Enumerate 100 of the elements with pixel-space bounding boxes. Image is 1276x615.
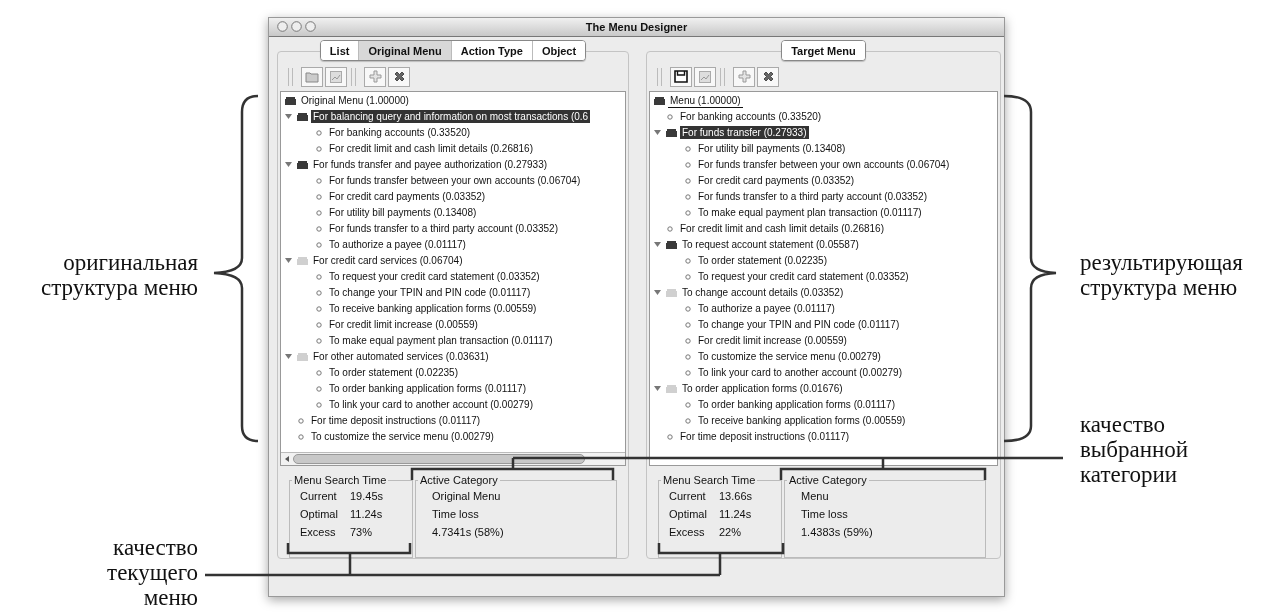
bullet-icon	[685, 353, 691, 360]
tree-item[interactable]: For credit card services (0.06704)	[311, 254, 465, 268]
window-button[interactable]	[291, 21, 302, 32]
tree-item[interactable]: For balancing query and information on most transactions (0.6	[311, 110, 591, 124]
bullet-icon	[685, 209, 691, 216]
tree-item[interactable]: To customize the service menu (0.00279)	[309, 430, 496, 444]
toolbar-button[interactable]	[757, 66, 779, 87]
annotation-text: результирующая структура меню	[1080, 250, 1244, 300]
delete-icon	[392, 70, 406, 84]
bullet-icon	[316, 289, 322, 296]
tree-item[interactable]: To make equal payment plan transaction (0.01117)	[327, 334, 555, 348]
bullet-icon	[685, 273, 691, 280]
disclosure-triangle[interactable]	[653, 128, 662, 138]
toolbar-button[interactable]	[670, 66, 692, 87]
disclosure-triangle[interactable]	[653, 288, 662, 298]
annotation-text: качество выбранной категории	[1080, 412, 1190, 487]
tree-item[interactable]: For credit limit and cash limit details (0.26816)	[327, 142, 535, 156]
tree-item[interactable]: To authorize a payee (0.01117)	[327, 238, 468, 252]
tree-item[interactable]: To change your TPIN and PIN code (0.01117)	[327, 286, 533, 300]
tree-item[interactable]: For credit limit increase (0.00559)	[696, 334, 849, 348]
bullet-icon	[685, 401, 691, 408]
disclosure-triangle[interactable]	[653, 384, 662, 394]
tree-item[interactable]: For utility bill payments (0.13408)	[327, 206, 479, 220]
tree-item[interactable]: To receive banking application forms (0.00559)	[696, 414, 908, 428]
disclosure-triangle[interactable]	[653, 240, 662, 250]
bullet-icon	[316, 273, 322, 280]
bullet-icon	[667, 433, 673, 440]
tree-item[interactable]: To make equal payment plan transaction (0.01117)	[696, 206, 924, 220]
bullet-icon	[298, 417, 304, 424]
tree-item[interactable]: For funds transfer and payee authorization (0.27933)	[311, 158, 550, 172]
bullet-icon	[685, 257, 691, 264]
tab[interactable]: Original Menu	[359, 41, 452, 60]
tree-item[interactable]: To order statement (0.02235)	[696, 254, 829, 268]
disclosure-triangle[interactable]	[284, 160, 293, 170]
chart-icon	[699, 70, 711, 83]
stat-value: 22%	[719, 526, 743, 538]
tree-item[interactable]: For credit card payments (0.03352)	[327, 190, 488, 204]
tab[interactable]: List	[320, 41, 360, 60]
group-title: Active Category	[788, 474, 868, 486]
bullet-icon	[685, 305, 691, 312]
tree-item[interactable]: To authorize a payee (0.01117)	[696, 302, 837, 316]
tree-item[interactable]: For funds transfer between your own accounts (0.06704)	[327, 174, 583, 188]
bullet-icon	[316, 145, 322, 152]
left-arrow-icon[interactable]	[283, 455, 291, 463]
tree-item[interactable]: For time deposit instructions (0.01117)	[678, 430, 852, 444]
tree-item[interactable]: To request your credit card statement (0.03352)	[327, 270, 542, 284]
group-title: Active Category	[419, 474, 499, 486]
bullet-icon	[685, 417, 691, 424]
window-button[interactable]	[305, 21, 316, 32]
bullet-icon	[316, 305, 322, 312]
category-text: 4.7341s (58%)	[432, 526, 505, 538]
tree-item[interactable]: To order statement (0.02235)	[327, 366, 460, 380]
tree-item[interactable]: To request account statement (0.05587)	[680, 238, 861, 252]
tab[interactable]: Object	[532, 41, 586, 60]
bullet-icon	[316, 177, 322, 184]
stat-value: 11.24s	[719, 508, 753, 520]
annotation-text: оригинальная структура меню	[39, 250, 198, 300]
window-button[interactable]	[277, 21, 288, 32]
tree-item[interactable]: For credit limit and cash limit details (0.26816)	[678, 222, 886, 236]
stat-label: Excess	[669, 526, 706, 538]
bullet-icon	[316, 337, 322, 344]
tree-item[interactable]: To request your credit card statement (0.03352)	[696, 270, 911, 284]
tree-item[interactable]: For utility bill payments (0.13408)	[696, 142, 848, 156]
tree-item[interactable]: To link your card to another account (0.00279)	[327, 398, 535, 412]
tree-item[interactable]: To change account details (0.03352)	[680, 286, 846, 300]
tree-item[interactable]: Original Menu (1.00000)	[299, 94, 411, 108]
tree-item[interactable]: Menu (1.00000)	[668, 93, 743, 108]
tree-item[interactable]: For banking accounts (0.33520)	[678, 110, 824, 124]
tree-item[interactable]: For funds transfer to a third party account (0.03352)	[327, 222, 560, 236]
tree-item[interactable]: For credit limit increase (0.00559)	[327, 318, 480, 332]
horizontal-scrollbar[interactable]	[281, 452, 625, 465]
stat-label: Excess	[300, 526, 337, 538]
tree-item[interactable]: For funds transfer between your own accounts (0.06704)	[696, 158, 952, 172]
tree-item[interactable]: To order banking application forms (0.01117)	[696, 398, 897, 412]
plus-icon	[737, 70, 751, 84]
tree-item[interactable]: To customize the service menu (0.00279)	[696, 350, 883, 364]
disclosure-triangle[interactable]	[284, 112, 293, 122]
tree-item[interactable]: To link your card to another account (0.00279)	[696, 366, 904, 380]
bullet-icon	[685, 145, 691, 152]
bullet-icon	[685, 321, 691, 328]
disclosure-triangle[interactable]	[284, 256, 293, 266]
tab[interactable]: Target Menu	[782, 41, 865, 60]
bullet-icon	[316, 401, 322, 408]
tree-item[interactable]: For time deposit instructions (0.01117)	[309, 414, 483, 428]
disclosure-triangle[interactable]	[284, 352, 293, 362]
bullet-icon	[316, 241, 322, 248]
tree-item[interactable]: To change your TPIN and PIN code (0.01117)	[696, 318, 902, 332]
tree-item[interactable]: To receive banking application forms (0.00559)	[327, 302, 539, 316]
tree-item[interactable]: For credit card payments (0.03352)	[696, 174, 857, 188]
stat-value: 13.66s	[719, 490, 754, 502]
tree-item[interactable]: To order banking application forms (0.01117)	[327, 382, 528, 396]
tree-item[interactable]: To order application forms (0.01676)	[680, 382, 845, 396]
bullet-icon	[316, 321, 322, 328]
tree-item[interactable]: For other automated services (0.03631)	[311, 350, 491, 364]
tab[interactable]: Action Type	[451, 41, 533, 60]
tree-item[interactable]: For banking accounts (0.33520)	[327, 126, 473, 140]
toolbar-button[interactable]	[388, 66, 410, 87]
bullet-icon	[316, 225, 322, 232]
tree-item[interactable]: For funds transfer to a third party account (0.03352)	[696, 190, 929, 204]
tree-item[interactable]: For funds transfer (0.27933)	[680, 126, 809, 140]
